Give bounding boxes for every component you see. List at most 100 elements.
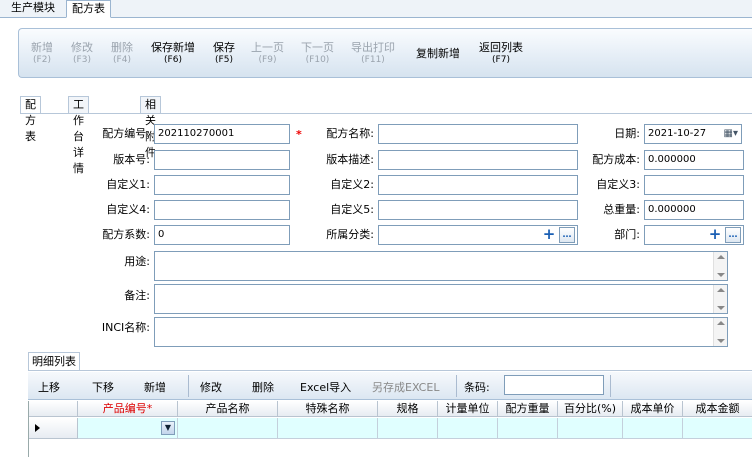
- row-selector[interactable]: [29, 418, 78, 439]
- col-header-unit-cost[interactable]: 成本单价: [623, 401, 683, 417]
- date-label: 日期:: [614, 127, 640, 140]
- copy-new-button[interactable]: 复制新增: [416, 47, 460, 60]
- next-page-button[interactable]: 下一页 (F10): [301, 41, 334, 67]
- save-and-new-button[interactable]: 保存新增 (F6): [151, 41, 195, 67]
- version-input[interactable]: [154, 150, 290, 170]
- custom5-input[interactable]: [378, 200, 578, 220]
- tab-attachments[interactable]: 相关附件: [140, 96, 161, 159]
- move-down-button[interactable]: 下移: [92, 379, 114, 395]
- detail-delete-button[interactable]: 删除: [252, 379, 274, 395]
- cell-product-no[interactable]: ▼: [78, 418, 178, 439]
- custom1-label: 自定义1:: [106, 178, 150, 191]
- export-print-key: (F11): [361, 55, 385, 65]
- tab-production-module[interactable]: 生产模块: [6, 0, 60, 18]
- total-weight-input[interactable]: 0.000000: [644, 200, 744, 220]
- formula-no-label: 配方编号:: [102, 127, 150, 140]
- inci-textarea[interactable]: [154, 317, 728, 347]
- version-desc-label: 版本描述:: [326, 153, 374, 166]
- date-picker[interactable]: 2021-10-27 ▦▾: [644, 124, 742, 144]
- barcode-input[interactable]: [504, 375, 604, 395]
- coef-input[interactable]: 0: [154, 225, 290, 245]
- edit-button[interactable]: 修改 (F3): [71, 41, 93, 67]
- return-list-key: (F7): [492, 55, 510, 65]
- dept-label: 部门:: [614, 228, 640, 241]
- custom5-label: 自定义5:: [330, 203, 374, 216]
- save-as-excel-button[interactable]: 另存成EXCEL: [372, 379, 439, 395]
- dept-add-icon[interactable]: +: [707, 227, 723, 243]
- version-label: 版本号:: [113, 153, 150, 166]
- scroll-up-icon[interactable]: [717, 288, 725, 292]
- save-button[interactable]: 保存 (F5): [213, 41, 235, 67]
- scroll-up-icon[interactable]: [717, 321, 725, 325]
- detail-add-button[interactable]: 新增: [144, 379, 166, 395]
- custom2-input[interactable]: [378, 175, 578, 195]
- tab-workbench-detail[interactable]: 工作台详情: [68, 96, 89, 175]
- barcode-label: 条码:: [464, 381, 490, 394]
- scroll-up-icon[interactable]: [717, 255, 725, 259]
- prev-page-button[interactable]: 上一页 (F9): [251, 41, 284, 67]
- return-list-button[interactable]: 返回列表 (F7): [479, 41, 523, 67]
- col-header-spec[interactable]: 规格: [378, 401, 438, 417]
- cell-weight[interactable]: [498, 418, 558, 439]
- scroll-down-icon[interactable]: [717, 306, 725, 310]
- usage-scrollbar[interactable]: [713, 252, 727, 280]
- coef-label: 配方系数:: [102, 228, 150, 241]
- chevron-down-icon[interactable]: ▼: [161, 421, 175, 435]
- col-header-product-no[interactable]: 产品编号*: [78, 401, 178, 417]
- version-desc-input[interactable]: [378, 150, 578, 170]
- remark-textarea[interactable]: [154, 284, 728, 314]
- delete-button[interactable]: 删除 (F4): [111, 41, 133, 67]
- custom3-input[interactable]: [644, 175, 744, 195]
- custom3-label: 自定义3:: [596, 178, 640, 191]
- cell-cost-amount[interactable]: [683, 418, 752, 439]
- cell-spec[interactable]: [378, 418, 438, 439]
- col-header-product-name[interactable]: 产品名称: [178, 401, 278, 417]
- excel-import-button[interactable]: Excel导入: [300, 379, 351, 395]
- cell-product-name[interactable]: [178, 418, 278, 439]
- delete-button-label: 删除: [111, 41, 133, 54]
- tab-formula[interactable]: 配方表: [20, 96, 41, 143]
- edit-button-key: (F3): [73, 55, 91, 65]
- col-header-weight[interactable]: 配方重量: [498, 401, 558, 417]
- calendar-dropdown-icon[interactable]: ▦▾: [724, 125, 738, 143]
- custom1-input[interactable]: [154, 175, 290, 195]
- form-tab-divider: [20, 113, 752, 114]
- scroll-down-icon[interactable]: [717, 273, 725, 277]
- dept-browse-icon[interactable]: …: [725, 227, 741, 243]
- cell-unit[interactable]: [438, 418, 498, 439]
- cell-percent[interactable]: [558, 418, 623, 439]
- tab-detail-list[interactable]: 明细列表: [28, 352, 80, 371]
- cost-input[interactable]: 0.000000: [644, 150, 744, 170]
- custom4-label: 自定义4:: [106, 203, 150, 216]
- category-add-icon[interactable]: +: [541, 227, 557, 243]
- col-header-percent[interactable]: 百分比(%): [558, 401, 623, 417]
- detail-toolbar: 上移 下移 新增 修改 删除 Excel导入 另存成EXCEL 条码:: [28, 372, 752, 400]
- save-button-key: (F5): [215, 55, 233, 65]
- move-up-button[interactable]: 上移: [38, 379, 60, 395]
- remark-scrollbar[interactable]: [713, 285, 727, 313]
- copy-new-label: 复制新增: [416, 47, 460, 60]
- formula-no-input[interactable]: 202110270001: [154, 124, 290, 144]
- formula-name-input[interactable]: [378, 124, 578, 144]
- col-header-cost-amount[interactable]: 成本金额: [683, 401, 752, 417]
- next-page-label: 下一页: [301, 41, 334, 54]
- scroll-down-icon[interactable]: [717, 339, 725, 343]
- custom2-label: 自定义2:: [330, 178, 374, 191]
- detail-grid: 产品编号* 产品名称 特殊名称 规格 计量单位 配方重量 百分比(%) 成本单价…: [28, 401, 752, 457]
- date-value: 2021-10-27: [648, 128, 707, 139]
- inci-scrollbar[interactable]: [713, 318, 727, 346]
- module-tab-bar: 生产模块 配方表: [0, 0, 752, 18]
- export-print-button[interactable]: 导出打印 (F11): [351, 41, 395, 67]
- col-header-unit[interactable]: 计量单位: [438, 401, 498, 417]
- inci-label: INCI名称:: [101, 321, 150, 334]
- detail-edit-button[interactable]: 修改: [200, 379, 222, 395]
- cell-special-name[interactable]: [278, 418, 378, 439]
- add-button[interactable]: 新增 (F2): [31, 41, 53, 67]
- cell-unit-cost[interactable]: [623, 418, 683, 439]
- custom4-input[interactable]: [154, 200, 290, 220]
- col-header-special-name[interactable]: 特殊名称: [278, 401, 378, 417]
- save-and-new-label: 保存新增: [151, 41, 195, 54]
- tab-formula-table[interactable]: 配方表: [66, 0, 111, 18]
- return-list-label: 返回列表: [479, 41, 523, 54]
- usage-textarea[interactable]: [154, 251, 728, 281]
